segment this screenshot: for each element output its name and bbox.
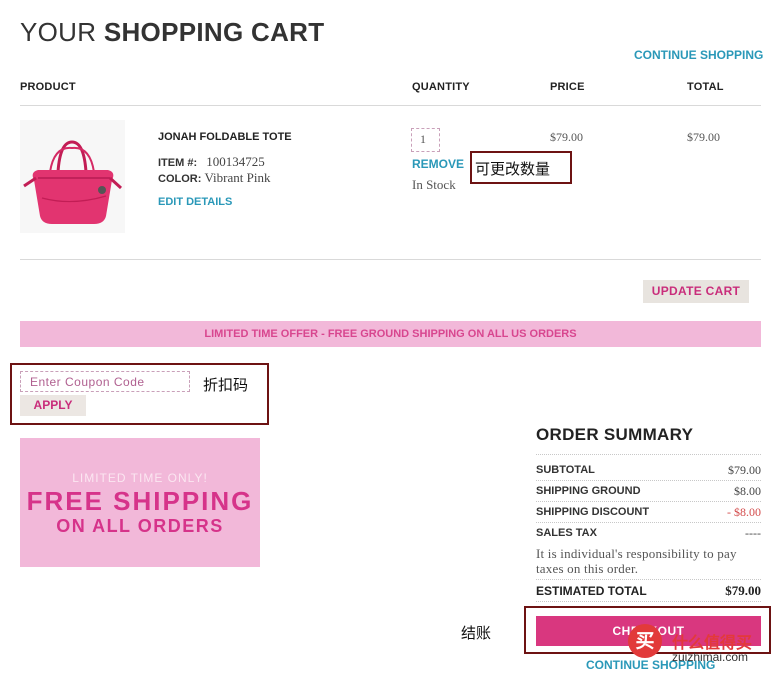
summary-discount-label: SHIPPING DISCOUNT xyxy=(536,506,650,518)
header-divider xyxy=(20,105,761,106)
product-name[interactable]: JONAH FOLDABLE TOTE xyxy=(158,131,292,143)
summary-divider xyxy=(536,454,761,455)
summary-row-divider xyxy=(536,501,761,502)
estimated-total-label: ESTIMATED TOTAL xyxy=(536,584,647,598)
summary-row-divider xyxy=(536,601,761,602)
summary-subtotal-label: SUBTOTAL xyxy=(536,464,595,476)
promo-line-free-shipping: FREE SHIPPING xyxy=(26,486,254,516)
remove-item-link[interactable]: REMOVE xyxy=(412,157,464,171)
quantity-input[interactable]: 1 xyxy=(411,128,440,152)
update-cart-button[interactable]: UPDATE CART xyxy=(643,280,749,303)
apply-coupon-button[interactable]: APPLY xyxy=(20,395,86,416)
summary-row-divider xyxy=(536,522,761,523)
coupon-annotation-text: 折扣码 xyxy=(203,376,249,394)
quantity-annotation-text: 可更改数量 xyxy=(475,160,551,178)
estimated-total-value: $79.00 xyxy=(725,583,761,598)
product-item-number: ITEM #: 100134725 xyxy=(158,154,265,169)
summary-tax-label: SALES TAX xyxy=(536,527,597,539)
summary-shipping-label: SHIPPING GROUND xyxy=(536,485,641,497)
summary-row-divider xyxy=(536,480,761,481)
column-header-total: TOTAL xyxy=(687,81,724,93)
column-header-price: PRICE xyxy=(550,81,585,93)
offer-banner: LIMITED TIME OFFER - FREE GROUND SHIPPIN… xyxy=(20,321,761,347)
product-image[interactable] xyxy=(20,120,125,233)
summary-shipping-value: $8.00 xyxy=(734,484,761,498)
coupon-code-input[interactable]: Enter Coupon Code xyxy=(20,371,190,392)
checkout-annotation-text: 结账 xyxy=(461,624,492,642)
summary-subtotal-value: $79.00 xyxy=(728,463,761,477)
item-total: $79.00 xyxy=(687,130,720,144)
summary-discount-value: - $8.00 xyxy=(727,505,761,519)
summary-row-divider xyxy=(536,579,761,580)
tax-responsibility-note: It is individual's responsibility to pay… xyxy=(536,546,737,576)
free-shipping-promo[interactable]: LIMITED TIME ONLY! FREE SHIPPING ON ALL … xyxy=(20,438,260,567)
column-header-quantity: QUANTITY xyxy=(412,81,470,93)
continue-shopping-link-top[interactable]: CONTINUE SHOPPING xyxy=(634,48,763,62)
summary-tax-value: ---- xyxy=(745,526,761,540)
page-title: YOUR SHOPPING CART xyxy=(20,17,325,47)
product-color: COLOR: Vibrant Pink xyxy=(158,170,271,185)
column-header-product: PRODUCT xyxy=(20,81,76,93)
watermark-domain: zuizhimai.com xyxy=(672,650,749,664)
watermark-logo-icon: 买 xyxy=(628,624,662,658)
pink-tote-bag-photo-icon xyxy=(20,120,125,233)
item-price: $79.00 xyxy=(550,130,583,144)
order-summary-title: ORDER SUMMARY xyxy=(536,425,694,444)
stock-status: In Stock xyxy=(412,177,456,192)
item-divider xyxy=(20,259,761,260)
promo-line-limited: LIMITED TIME ONLY! xyxy=(72,471,208,485)
promo-line-all-orders: ON ALL ORDERS xyxy=(56,516,224,536)
edit-details-link[interactable]: EDIT DETAILS xyxy=(158,196,232,208)
